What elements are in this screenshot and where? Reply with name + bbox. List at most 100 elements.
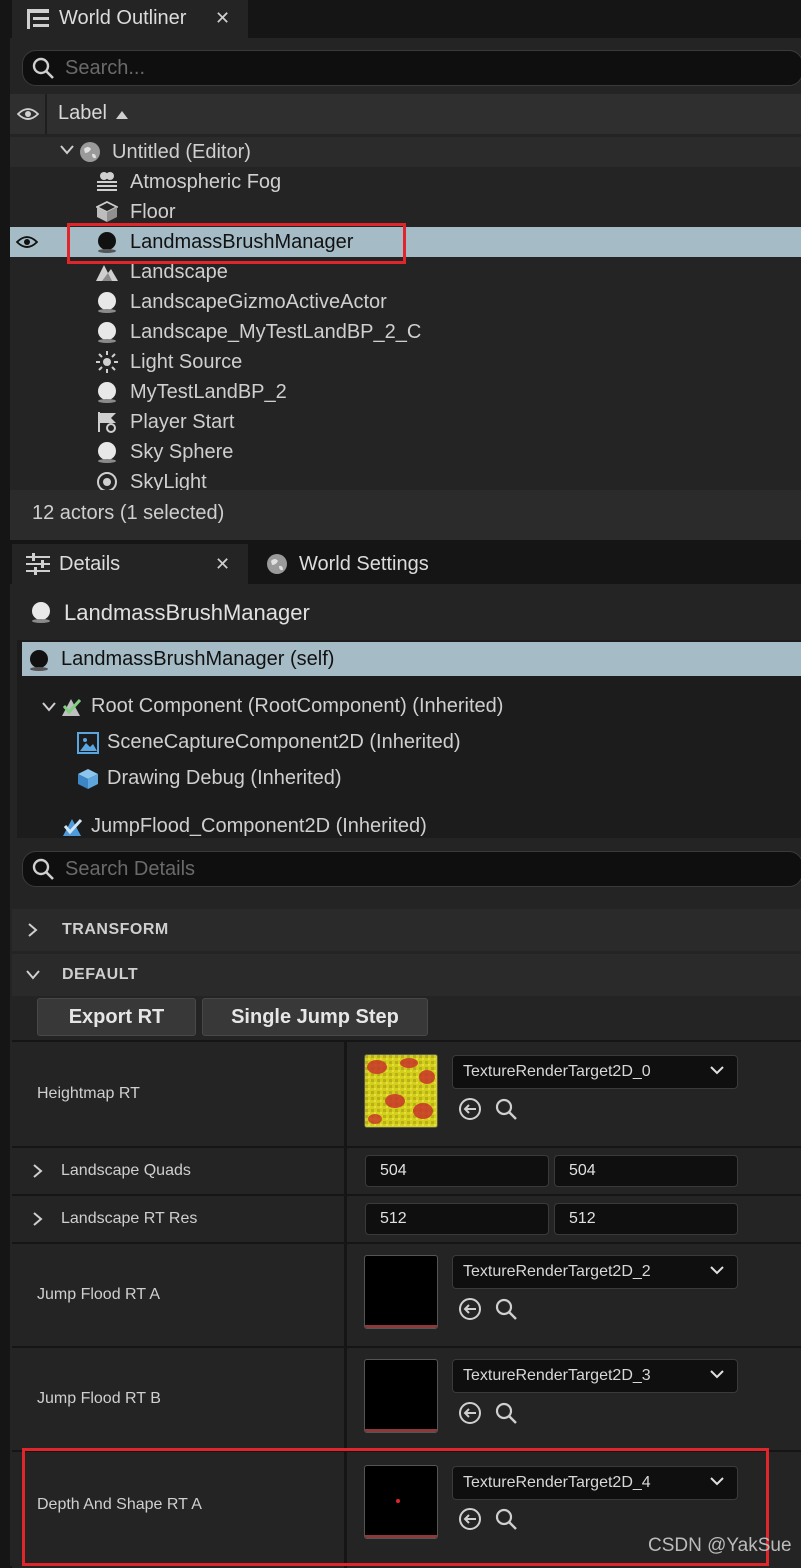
landscape-quads-x-input[interactable]: 504 (365, 1155, 549, 1187)
chevron-right-icon[interactable] (33, 1212, 43, 1226)
chevron-right-icon[interactable] (28, 923, 38, 937)
highlight-box-outliner (67, 223, 406, 264)
chevron-down-icon (709, 1062, 725, 1083)
details-search-placeholder: Search Details (65, 857, 196, 880)
chevron-down-icon (709, 1366, 725, 1387)
close-icon[interactable]: ✕ (215, 554, 230, 575)
landscape-quads-x-value: 504 (380, 1162, 407, 1179)
component-self-row[interactable]: LandmassBrushManager (self) (22, 642, 801, 676)
section-default-title: DEFAULT (62, 966, 139, 983)
sun-icon (96, 351, 118, 373)
section-transform[interactable]: TRANSFORM (12, 909, 801, 951)
browse-search-icon[interactable] (494, 1401, 518, 1425)
chevron-down-icon[interactable] (26, 970, 40, 980)
chevron-right-icon[interactable] (33, 1164, 43, 1178)
landscape-rt-res-y-input[interactable]: 512 (554, 1203, 738, 1235)
section-default[interactable]: DEFAULT (12, 954, 801, 996)
single-jump-step-button[interactable]: Single Jump Step (202, 998, 428, 1036)
outliner-actor-label: Landscape_MyTestLandBP_2_C (130, 320, 422, 343)
outliner-actor-row[interactable]: Light Source (10, 347, 801, 377)
use-selected-arrow-icon[interactable] (458, 1401, 482, 1425)
outliner-actor-label: SkyLight (130, 470, 207, 491)
cube-icon (77, 768, 99, 790)
component-drawing-debug-label[interactable]: Drawing Debug (Inherited) (107, 767, 342, 790)
component-scene-capture-label[interactable]: SceneCaptureComponent2D (Inherited) (107, 731, 461, 754)
section-transform-title: TRANSFORM (62, 921, 169, 938)
jump-flood-rt-a-thumbnail[interactable] (364, 1255, 438, 1329)
browse-search-icon[interactable] (494, 1097, 518, 1121)
sphere-icon (96, 381, 118, 403)
selected-actor-name: LandmassBrushManager (64, 600, 310, 625)
outliner-actor-label: Sky Sphere (130, 440, 234, 463)
tab-world-settings-label: World Settings (299, 553, 429, 575)
jump-flood-rt-a-label: Jump Flood RT A (37, 1286, 161, 1303)
outliner-actor-row[interactable]: LandscapeGizmoActiveActor (10, 287, 801, 317)
jumpflood-component-icon (61, 816, 83, 838)
jump-flood-rt-b-value: TextureRenderTarget2D_3 (463, 1367, 651, 1384)
world-globe-icon (266, 553, 288, 575)
jump-flood-rt-a-combo[interactable]: TextureRenderTarget2D_2 (452, 1255, 738, 1289)
property-jump-flood-rt-a: Jump Flood RT A TextureRenderTarget2D_2 (12, 1242, 801, 1346)
component-self-label: LandmassBrushManager (self) (61, 648, 335, 670)
landscape-quads-y-input[interactable]: 504 (554, 1155, 738, 1187)
heightmap-rt-combo[interactable]: TextureRenderTarget2D_0 (452, 1055, 738, 1089)
outliner-actor-row[interactable]: SkyLight (10, 467, 801, 490)
outliner-actor-label: LandscapeGizmoActiveActor (130, 290, 387, 313)
flag-icon (96, 411, 118, 433)
property-jump-flood-rt-b: Jump Flood RT B TextureRenderTarget2D_3 (12, 1346, 801, 1450)
root-component-icon (60, 696, 82, 718)
outliner-actor-row[interactable]: MyTestLandBP_2 (10, 377, 801, 407)
outliner-actor-row[interactable]: Atmospheric Fog (10, 167, 801, 197)
tab-details[interactable]: Details ✕ (12, 544, 248, 584)
components-tree: LandmassBrushManager (self) Root Compone… (17, 640, 801, 838)
landscape-rt-res-x-input[interactable]: 512 (365, 1203, 549, 1235)
actor-count-status: 12 actors (1 selected) (32, 502, 225, 524)
landscape-quads-y-value: 504 (569, 1162, 596, 1179)
sphere-icon (96, 321, 118, 343)
component-root-label[interactable]: Root Component (RootComponent) (Inherite… (91, 695, 503, 718)
tab-world-settings[interactable]: World Settings (250, 544, 470, 584)
column-divider (344, 1244, 347, 1346)
export-rt-button[interactable]: Export RT (37, 998, 196, 1036)
outliner-actor-label: Atmospheric Fog (130, 170, 282, 193)
details-search-input[interactable]: Search Details (22, 851, 801, 887)
heightmap-rt-value: TextureRenderTarget2D_0 (463, 1063, 651, 1080)
component-jumpflood-label[interactable]: JumpFlood_Component2D (Inherited) (91, 815, 427, 838)
use-selected-arrow-icon[interactable] (458, 1297, 482, 1321)
chevron-down-icon (709, 1262, 725, 1283)
outliner-actor-label: Player Start (130, 410, 235, 433)
browse-search-icon[interactable] (494, 1297, 518, 1321)
outliner-actor-row[interactable]: Landscape_MyTestLandBP_2_C (10, 317, 801, 347)
landscape-icon (96, 261, 118, 281)
heightmap-rt-label: Heightmap RT (37, 1085, 140, 1102)
details-sliders-icon (26, 553, 50, 575)
landscape-rt-res-label: Landscape RT Res (61, 1210, 198, 1227)
use-selected-arrow-icon[interactable] (458, 1097, 482, 1121)
chevron-down-icon[interactable] (42, 702, 56, 712)
actor-sphere-icon (28, 649, 50, 671)
thumbnail-bar (365, 1325, 437, 1328)
outliner-actor-label: MyTestLandBP_2 (130, 380, 287, 403)
heightmap-thumbnail[interactable] (364, 1054, 438, 1128)
skylight-icon (96, 471, 118, 490)
actor-sphere-icon (30, 601, 52, 623)
column-divider (344, 1348, 347, 1450)
scene-capture-icon (77, 732, 99, 754)
search-icon (31, 857, 55, 881)
eye-icon[interactable] (16, 235, 38, 249)
column-divider (344, 1042, 347, 1146)
outliner-actor-row[interactable]: Player Start (10, 407, 801, 437)
jump-flood-rt-b-combo[interactable]: TextureRenderTarget2D_3 (452, 1359, 738, 1393)
property-landscape-rt-res: Landscape RT Res 512 512 (12, 1194, 801, 1242)
outliner-actor-row[interactable]: Sky Sphere (10, 437, 801, 467)
jump-flood-rt-a-value: TextureRenderTarget2D_2 (463, 1263, 651, 1280)
outliner-actor-label: Light Source (130, 350, 243, 373)
fog-icon (96, 171, 118, 191)
property-landscape-quads: Landscape Quads 504 504 (12, 1146, 801, 1194)
thumbnail-bar (365, 1429, 437, 1432)
jump-flood-rt-b-label: Jump Flood RT B (37, 1390, 161, 1407)
column-divider (344, 1196, 347, 1242)
sphere-icon (96, 291, 118, 313)
cube-icon (96, 201, 118, 223)
jump-flood-rt-b-thumbnail[interactable] (364, 1359, 438, 1433)
